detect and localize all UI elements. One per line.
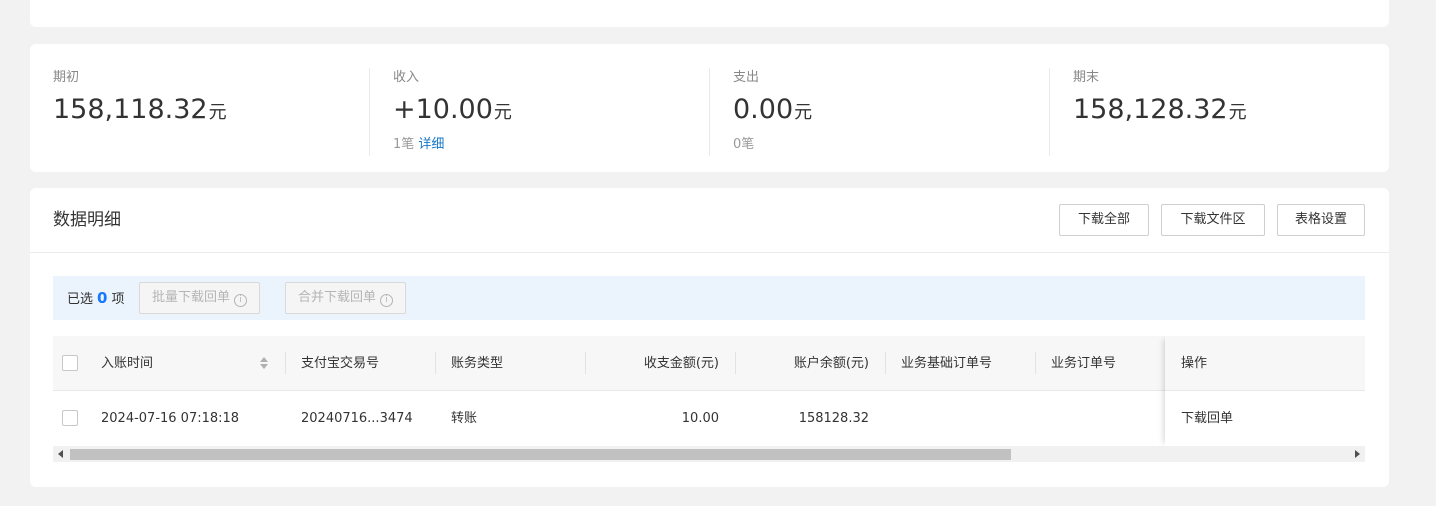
column-header-balance: 账户余额(元): [793, 356, 869, 371]
cell-type: 转账: [451, 411, 478, 426]
stat-opening-label: 期初: [53, 70, 80, 85]
top-card: [30, 0, 1389, 27]
income-detail-link[interactable]: 详细: [418, 137, 444, 152]
download-receipt-link[interactable]: 下载回单: [1165, 391, 1233, 446]
cell-balance: 158128.32: [798, 411, 869, 426]
selection-text: 已选 0 项: [67, 288, 124, 310]
detail-title: 数据明细: [53, 210, 121, 230]
cell-trade-no: 20240716...3474: [301, 411, 413, 426]
column-header-amount: 收支金额(元): [643, 356, 719, 371]
stat-opening-value: 158,118.32元: [53, 93, 393, 130]
stat-income-sub: 1笔 详细: [393, 136, 733, 154]
stat-income: 收入 +10.00元 1笔 详细: [393, 68, 733, 158]
selection-bar: 已选 0 项 批量下载回单 i 合并下载回单 i: [53, 276, 1365, 320]
column-header-action: 操作: [1181, 356, 1208, 371]
info-icon: i: [380, 294, 394, 307]
summary-card: 期初 158,118.32元 收入 +10.00元 1笔 详细 支出 0.00元…: [30, 44, 1389, 172]
download-files-button[interactable]: 下载文件区: [1161, 204, 1265, 236]
cell-order: [1035, 391, 1165, 446]
horizontal-scrollbar[interactable]: [53, 446, 1365, 462]
column-header-base-order: 业务基础订单号: [901, 356, 993, 371]
cell-amount: 10.00: [681, 411, 719, 426]
table-settings-button[interactable]: 表格设置: [1277, 204, 1365, 236]
batch-download-label: 批量下载回单: [152, 290, 231, 305]
download-all-button[interactable]: 下载全部: [1059, 204, 1149, 236]
stat-expense-count: 0笔: [733, 137, 755, 152]
column-header-order: 业务订单号: [1051, 356, 1117, 371]
stat-expense-number: 0.00: [733, 94, 794, 125]
stat-divider: [1049, 68, 1050, 156]
stat-closing-value: 158,128.32元: [1073, 93, 1413, 130]
stat-opening-unit: 元: [208, 102, 227, 123]
scroll-right-icon[interactable]: [1355, 450, 1360, 458]
cell-time: 2024-07-16 07:18:18: [101, 411, 240, 426]
row-checkbox[interactable]: [62, 410, 78, 426]
scroll-left-icon[interactable]: [58, 450, 63, 458]
stat-divider: [709, 68, 710, 156]
stat-income-unit: 元: [493, 102, 512, 123]
stat-opening: 期初 158,118.32元: [53, 68, 393, 158]
stat-closing-number: 158,128.32: [1073, 94, 1228, 125]
merge-download-label: 合并下载回单: [298, 290, 377, 305]
batch-download-button[interactable]: 批量下载回单 i: [139, 282, 261, 314]
cell-base-order: [885, 391, 1035, 446]
stat-income-label: 收入: [393, 70, 420, 85]
stat-expense: 支出 0.00元 0笔: [733, 68, 1073, 158]
selection-count: 0: [97, 289, 108, 307]
column-header-trade-no: 支付宝交易号: [301, 356, 380, 371]
detail-card: 数据明细 下载全部 下载文件区 表格设置 已选 0 项 批量下载回单 i 合并下载回单…: [30, 188, 1389, 487]
stat-income-count: 1笔: [393, 137, 415, 152]
stat-expense-label: 支出: [733, 70, 760, 85]
fixed-action-column: 操作 下载回单: [1165, 336, 1365, 446]
scroll-thumb[interactable]: [70, 449, 1011, 460]
stat-closing: 期末 158,128.32元: [1073, 68, 1413, 158]
selection-suffix: 项: [111, 292, 125, 307]
header-divider: [30, 252, 1389, 253]
selection-prefix: 已选: [67, 292, 94, 307]
merge-download-button[interactable]: 合并下载回单 i: [285, 282, 407, 314]
column-header-type: 账务类型: [451, 356, 504, 371]
stat-expense-value: 0.00元: [733, 93, 1073, 130]
stat-expense-unit: 元: [794, 102, 813, 123]
stat-income-value: +10.00元: [393, 93, 733, 130]
action-row-cell: 下载回单: [1165, 391, 1365, 446]
sort-icon[interactable]: [259, 356, 269, 372]
stat-closing-label: 期末: [1073, 70, 1100, 85]
info-icon: i: [234, 294, 248, 307]
select-all-checkbox[interactable]: [62, 355, 78, 371]
stat-closing-unit: 元: [1228, 102, 1247, 123]
stat-expense-sub: 0笔: [733, 136, 1073, 154]
action-header-cell: 操作: [1165, 336, 1365, 391]
stat-opening-number: 158,118.32: [53, 94, 208, 125]
stat-income-number: +10.00: [393, 94, 493, 125]
stat-divider: [369, 68, 370, 156]
column-header-time[interactable]: 入账时间: [85, 336, 285, 391]
data-table: 入账时间 支付宝交易号 账务类型 收支金额(元) 账户余额(元) 业务基础订单号…: [53, 336, 1365, 446]
